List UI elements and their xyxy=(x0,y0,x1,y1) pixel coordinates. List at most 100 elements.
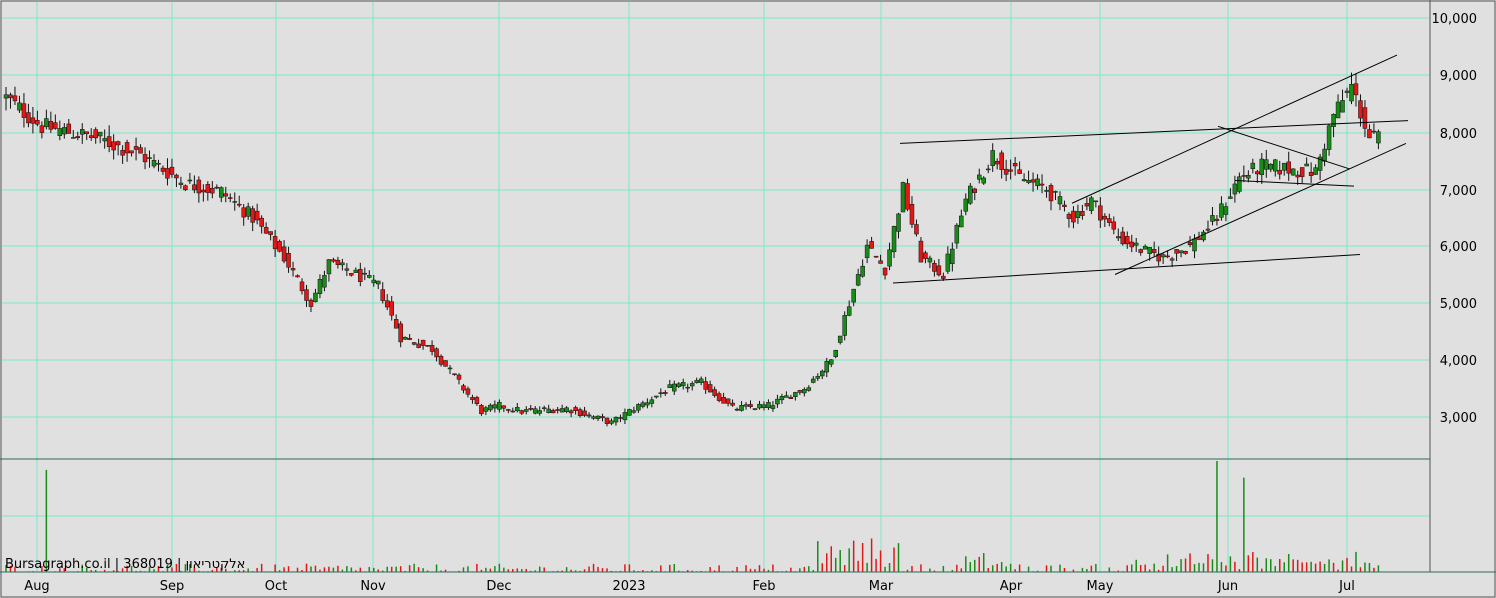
candle-down xyxy=(1098,205,1103,221)
candle-up xyxy=(891,226,897,253)
candle-up xyxy=(1349,83,1354,102)
candle-down xyxy=(716,393,722,401)
candle-up xyxy=(860,265,865,277)
chart-background xyxy=(0,0,1496,598)
candle-up xyxy=(1223,206,1229,215)
y-tick-label: 9,000 xyxy=(1440,69,1477,84)
candle-up xyxy=(1201,231,1206,241)
candle-down xyxy=(1008,169,1013,172)
candle-down xyxy=(707,384,713,393)
candle-up xyxy=(371,279,377,284)
candle-down xyxy=(174,174,179,179)
candle-down xyxy=(88,135,94,138)
candle-up xyxy=(524,409,529,412)
candle-down xyxy=(308,299,314,307)
candle-up xyxy=(963,198,969,212)
candle-up xyxy=(846,306,852,316)
candle-down xyxy=(909,203,915,225)
candle-up xyxy=(622,412,628,421)
candle-up xyxy=(766,402,771,409)
candle-up xyxy=(313,292,318,302)
candle-up xyxy=(954,224,960,244)
candle-down xyxy=(994,160,1000,165)
candle-down xyxy=(1138,249,1143,253)
candle-down xyxy=(878,260,883,264)
y-tick-label: 10,000 xyxy=(1432,12,1478,27)
candle-down xyxy=(169,166,175,175)
x-tick-label: 2023 xyxy=(612,579,645,594)
candle-down xyxy=(721,397,726,404)
candle-down xyxy=(1017,169,1022,174)
candle-down xyxy=(165,168,170,179)
candle-up xyxy=(376,280,381,285)
candle-down xyxy=(600,416,605,419)
candle-down xyxy=(1030,179,1036,183)
candle-up xyxy=(71,137,76,139)
candle-up xyxy=(488,404,493,411)
candle-down xyxy=(456,374,462,380)
candle-up xyxy=(1044,190,1049,192)
candle-down xyxy=(712,389,717,396)
candle-up xyxy=(353,269,359,273)
candle-up xyxy=(178,182,184,185)
candle-down xyxy=(66,123,72,134)
candle-down xyxy=(1295,174,1300,178)
candle-up xyxy=(245,206,251,217)
candle-down xyxy=(349,273,354,276)
candle-down xyxy=(183,185,188,191)
candle-down xyxy=(429,345,435,352)
candle-down xyxy=(124,142,130,154)
candle-down xyxy=(335,259,341,265)
candle-up xyxy=(322,275,327,288)
candle-up xyxy=(672,383,677,392)
candle-up xyxy=(1326,125,1332,150)
candle-down xyxy=(550,410,556,414)
candle-down xyxy=(259,217,264,227)
candle-down xyxy=(573,407,578,411)
candle-up xyxy=(102,138,107,142)
candle-down xyxy=(111,141,116,151)
chart-svg: 10,000 9,000 8,000 7,000 6,000 5,000 4,000 3,00… xyxy=(0,0,1496,598)
candle-down xyxy=(1084,203,1090,207)
candle-down xyxy=(734,408,740,411)
candle-down xyxy=(1071,210,1076,223)
candle-up xyxy=(676,383,681,387)
candle-down xyxy=(555,409,560,411)
candle-up xyxy=(739,405,744,411)
candle-down xyxy=(461,385,466,391)
candle-up xyxy=(680,382,686,387)
candle-down xyxy=(725,398,731,404)
candle-down xyxy=(788,396,794,400)
candle-up xyxy=(1026,180,1031,183)
candle-down xyxy=(142,154,148,163)
candle-up xyxy=(219,187,224,198)
x-tick-label: Sep xyxy=(160,579,185,594)
candle-down xyxy=(26,112,31,124)
candle-up xyxy=(609,420,614,424)
candle-down xyxy=(1196,237,1202,240)
candle-down xyxy=(281,246,287,262)
candle-up xyxy=(887,249,892,267)
candle-down xyxy=(1062,204,1067,207)
candle-up xyxy=(828,359,834,365)
candle-up xyxy=(1371,130,1377,133)
candle-up xyxy=(1035,178,1040,187)
candle-down xyxy=(277,241,282,252)
candle-down xyxy=(932,262,937,272)
candle-up xyxy=(654,395,659,398)
candle-up xyxy=(1281,162,1287,171)
candle-down xyxy=(358,268,363,282)
candle-up xyxy=(57,128,63,136)
candle-down xyxy=(416,343,421,348)
candle-up xyxy=(1237,176,1242,192)
candle-up xyxy=(62,127,67,135)
candle-down xyxy=(120,149,125,156)
candle-down xyxy=(618,417,623,419)
candle-up xyxy=(232,201,237,203)
candle-up xyxy=(1160,254,1166,258)
candle-down xyxy=(604,417,610,424)
candle-up xyxy=(815,376,821,379)
candle-up xyxy=(631,410,637,413)
candle-down xyxy=(1039,183,1045,186)
candle-down xyxy=(272,236,278,250)
